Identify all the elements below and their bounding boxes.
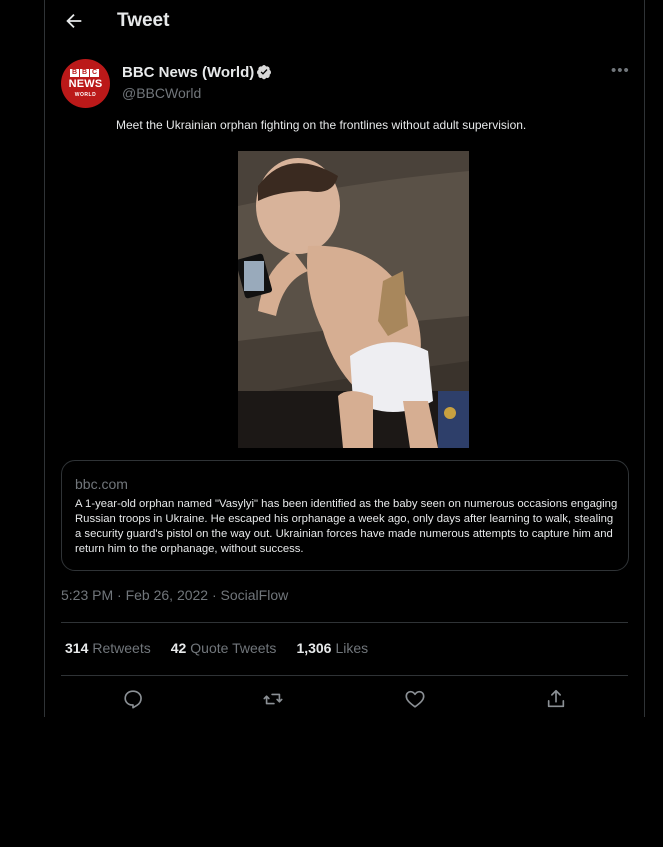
quote-tweets-label: Quote Tweets xyxy=(190,640,277,656)
likes-stat[interactable]: 1,306 Likes xyxy=(296,640,368,656)
tweet-column: Tweet BBC NEWS WORLD BBC News (World) @B… xyxy=(44,0,645,717)
tweet-header: Tweet xyxy=(45,0,644,44)
avatar-news-text: NEWS xyxy=(68,78,103,90)
author-handle[interactable]: @BBCWorld xyxy=(122,85,201,101)
author-name[interactable]: BBC News (World) xyxy=(122,64,254,81)
divider xyxy=(61,622,628,623)
retweets-count: 314 xyxy=(65,640,89,656)
retweets-stat[interactable]: 314 Retweets xyxy=(65,640,151,656)
like-icon[interactable] xyxy=(404,688,426,710)
tweet-timestamp[interactable]: 5:23 PM · Feb 26, 2022 · SocialFlow xyxy=(61,587,288,603)
likes-label: Likes xyxy=(335,640,369,656)
link-domain: bbc.com xyxy=(75,476,128,492)
link-preview-card[interactable]: bbc.com A 1-year-old orphan named "Vasyl… xyxy=(61,460,629,571)
bbc-logo: BBC xyxy=(70,69,99,77)
bbc-block-c: C xyxy=(90,69,99,77)
page-title: Tweet xyxy=(117,10,170,31)
reply-icon[interactable] xyxy=(122,688,144,710)
avatar-world-text: WORLD xyxy=(74,92,97,98)
back-arrow-icon[interactable] xyxy=(63,10,85,32)
retweets-label: Retweets xyxy=(92,640,151,656)
bbc-block-b1: B xyxy=(70,69,79,77)
likes-count: 1,306 xyxy=(296,640,332,656)
tweet-photo[interactable] xyxy=(238,151,469,448)
bbc-block-b2: B xyxy=(80,69,89,77)
quote-tweets-stat[interactable]: 42 Quote Tweets xyxy=(171,640,277,656)
toddler-photo-illustration xyxy=(238,151,469,448)
retweet-icon[interactable] xyxy=(262,688,284,710)
verified-badge-icon xyxy=(257,65,271,80)
avatar[interactable]: BBC NEWS WORLD xyxy=(61,59,110,108)
quote-tweets-count: 42 xyxy=(170,640,187,656)
share-icon[interactable] xyxy=(545,688,567,710)
divider xyxy=(61,675,628,676)
tweet-text: Meet the Ukrainian orphan fighting on th… xyxy=(116,118,527,132)
link-description: A 1-year-old orphan named "Vasylyi" has … xyxy=(75,498,618,555)
more-options-icon[interactable]: ••• xyxy=(611,62,630,79)
tweet-stats: 314 Retweets 42 Quote Tweets 1,306 Likes xyxy=(65,640,368,656)
